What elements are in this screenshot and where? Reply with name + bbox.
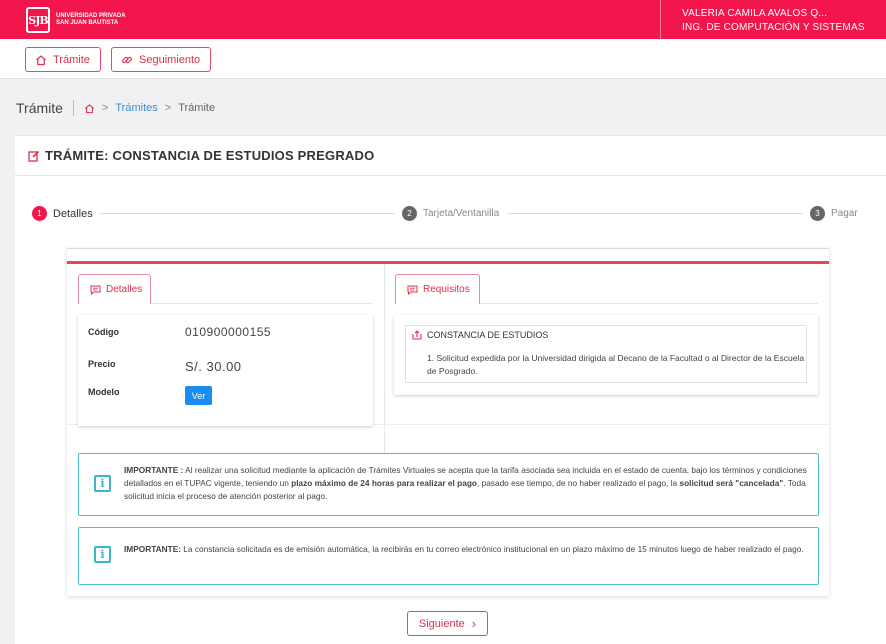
info-icon: i <box>94 475 111 492</box>
logo-text: Universidad Privada San Juan Bautista <box>56 13 126 27</box>
codigo-value: 010900000155 <box>185 325 272 339</box>
precio-label: Precio <box>88 358 116 369</box>
home-icon[interactable] <box>84 103 95 114</box>
seguimiento-nav-label: Seguimiento <box>139 53 201 66</box>
user-program: ING. DE COMPUTACIÓN Y SISTEMAS <box>682 22 865 33</box>
step-number: 3 <box>810 206 825 221</box>
alert-text-part: La constancia solicitada es de emisión a… <box>181 544 804 554</box>
alert-strong: IMPORTANTE: <box>124 544 181 554</box>
precio-value: S/. 30.00 <box>185 359 242 374</box>
step-number: 2 <box>402 206 417 221</box>
alert-pago: i IMPORTANTE : Al realizar una solicitud… <box>78 453 819 516</box>
step-label: Tarjeta/Ventanilla <box>423 208 500 219</box>
card-title: TRÁMITE: CONSTANCIA DE ESTUDIOS PREGRADO <box>45 148 375 163</box>
siguiente-label: Siguiente <box>418 617 465 630</box>
step-connector <box>100 213 395 214</box>
tab-label: Requisitos <box>423 284 470 295</box>
message-icon <box>90 285 101 295</box>
breadcrumb-separator: > <box>164 102 172 114</box>
brand-line-1: Universidad Privada <box>56 13 126 19</box>
ver-modelo-button[interactable]: Ver <box>185 386 212 405</box>
edit-icon <box>28 150 40 162</box>
alert-bold: plazo máximo de 24 horas para realizar e… <box>291 478 477 488</box>
tab-detalles[interactable]: Detalles <box>78 274 151 304</box>
link-icon <box>122 56 132 63</box>
requisito-title: CONSTANCIA DE ESTUDIOS <box>427 330 549 340</box>
tab-underline <box>480 303 818 304</box>
alert-emision: i IMPORTANTE: La constancia solicitada e… <box>78 527 819 585</box>
tramite-nav-button[interactable]: Trámite <box>25 47 101 72</box>
alert-strong: IMPORTANTE : <box>124 465 184 475</box>
nav-bar: Trámite Seguimiento <box>0 39 886 79</box>
home-icon <box>36 54 46 65</box>
breadcrumb: Trámite > Trámites > Trámite <box>16 96 215 120</box>
requisito-card: CONSTANCIA DE ESTUDIOS 1. Solicitud expe… <box>405 325 807 383</box>
info-icon: i <box>94 546 111 563</box>
step-label: Detalles <box>53 207 93 220</box>
seguimiento-nav-button[interactable]: Seguimiento <box>111 47 211 72</box>
step-tarjeta-ventanilla[interactable]: 2 Tarjeta/Ventanilla <box>402 206 500 221</box>
message-icon <box>407 285 418 295</box>
alert-emision-text: IMPORTANTE: La constancia solicitada es … <box>124 543 814 556</box>
breadcrumb-current: Trámite <box>178 102 216 114</box>
modelo-row: Modelo Ver <box>88 378 212 405</box>
tramite-form: Detalles Requisitos Código 010900000155 … <box>67 248 829 596</box>
step-connector <box>508 213 803 214</box>
requisito-header: CONSTANCIA DE ESTUDIOS <box>412 330 806 340</box>
requisitos-panel: CONSTANCIA DE ESTUDIOS 1. Solicitud expe… <box>394 315 818 395</box>
chevron-right-icon: › <box>471 616 477 631</box>
step-label: Pagar <box>831 208 858 219</box>
card-header: TRÁMITE: CONSTANCIA DE ESTUDIOS PREGRADO <box>15 136 886 176</box>
details-panel: Código 010900000155 Precio S/. 30.00 Mod… <box>78 315 373 426</box>
siguiente-button[interactable]: Siguiente › <box>407 611 488 636</box>
share-icon <box>412 330 422 340</box>
brand-line-2: San Juan Bautista <box>56 20 119 26</box>
modelo-label: Modelo <box>88 386 120 397</box>
precio-row: Precio S/. 30.00 <box>88 353 242 375</box>
logo-icon: SJB <box>26 7 50 33</box>
university-logo[interactable]: SJB Universidad Privada San Juan Bautist… <box>26 7 126 33</box>
alert-bold: solicitud será "cancelada" <box>679 478 784 488</box>
breadcrumb-link-tramites[interactable]: Trámites <box>115 102 157 114</box>
stepper: 1 Detalles 2 Tarjeta/Ventanilla 3 Pagar <box>0 206 886 222</box>
tab-requisitos[interactable]: Requisitos <box>395 274 480 304</box>
tab-underline <box>151 303 373 304</box>
user-name: VALERIA CAMILA AVALOS Q... <box>682 8 828 19</box>
tramite-nav-label: Trámite <box>53 53 90 66</box>
requisito-item: 1. Solicitud expedida por la Universidad… <box>427 353 805 376</box>
tab-label: Detalles <box>106 284 143 295</box>
step-pagar[interactable]: 3 Pagar <box>810 206 858 221</box>
alert-pago-text: IMPORTANTE : Al realizar una solicitud m… <box>124 464 814 503</box>
user-menu[interactable]: VALERIA CAMILA AVALOS Q... ING. DE COMPU… <box>660 0 886 39</box>
codigo-row: Código 010900000155 <box>88 325 271 339</box>
accent-bar <box>67 261 829 264</box>
codigo-label: Código <box>88 327 119 337</box>
column-divider <box>384 264 385 454</box>
page-title: Trámite <box>16 100 74 116</box>
alert-text-part: , pasado ese tiempo, de no haber realiza… <box>476 478 680 488</box>
breadcrumb-separator: > <box>101 102 109 114</box>
top-bar: SJB Universidad Privada San Juan Bautist… <box>0 0 886 39</box>
step-number: 1 <box>32 206 47 221</box>
step-detalles[interactable]: 1 Detalles <box>32 206 93 221</box>
